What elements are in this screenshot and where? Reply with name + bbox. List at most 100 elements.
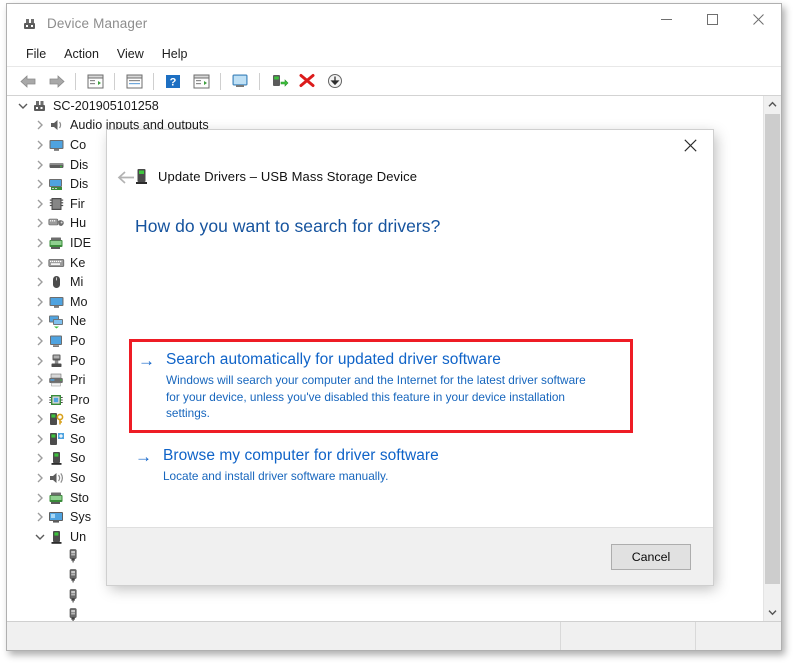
tree-root-item[interactable]: SC-201905101258	[7, 96, 764, 116]
tree-item-label: So	[70, 471, 86, 486]
chevron-right-icon[interactable]	[32, 274, 48, 290]
hid-icon	[48, 215, 65, 231]
usb-device-icon	[65, 548, 82, 564]
option-browse-computer[interactable]: → Browse my computer for driver software…	[135, 446, 605, 485]
chevron-right-icon[interactable]	[32, 431, 48, 447]
scroll-down-button[interactable]	[764, 604, 781, 621]
tree-item-label: Mo	[70, 294, 88, 309]
network-adapter-icon	[48, 313, 65, 329]
menu-item-file[interactable]: File	[17, 45, 55, 63]
back-arrow-icon	[117, 170, 134, 184]
chevron-right-icon[interactable]	[32, 333, 48, 349]
chevron-right-icon[interactable]	[32, 411, 48, 427]
properties-button[interactable]	[121, 69, 147, 93]
tree-item-label: Mi	[70, 275, 84, 290]
tree-item-label: IDE	[70, 235, 91, 250]
tree-item-label: SC-201905101258	[53, 98, 159, 113]
software-device-icon	[51, 452, 62, 466]
enable-device-button[interactable]	[266, 69, 292, 93]
ide-controller-icon	[48, 235, 65, 251]
tree-vertical-scrollbar[interactable]	[763, 96, 781, 621]
uninstall-device-button[interactable]	[294, 69, 320, 93]
tree-item-label: Se	[70, 412, 86, 427]
computer-monitor-icon	[49, 139, 64, 151]
menu-item-action[interactable]: Action	[55, 45, 108, 63]
monitor-icon	[48, 294, 65, 310]
chevron-down-icon[interactable]	[15, 98, 31, 114]
chevron-right-icon[interactable]	[32, 470, 48, 486]
network-adapter-icon	[49, 315, 63, 329]
forward-button[interactable]	[43, 69, 69, 93]
toolbar-separator	[220, 72, 221, 90]
svg-text:?: ?	[170, 76, 177, 88]
chevron-right-icon[interactable]	[32, 196, 48, 212]
chevron-right-icon[interactable]	[32, 137, 48, 153]
chevron-up-icon	[768, 101, 777, 107]
scan-for-hardware-changes-button[interactable]	[188, 69, 214, 93]
menu-item-help[interactable]: Help	[153, 45, 197, 63]
tree-item-label: Hu	[70, 216, 87, 231]
help-button[interactable]: ?	[160, 69, 186, 93]
software-component-icon	[48, 431, 65, 447]
chevron-right-icon[interactable]	[32, 294, 48, 310]
chevron-down-icon[interactable]	[32, 529, 48, 545]
update-driver-button[interactable]	[227, 69, 253, 93]
scan-for-hardware-changes-icon	[193, 74, 209, 88]
arrow-right-icon: →	[138, 351, 155, 370]
download-button[interactable]	[322, 69, 348, 93]
toolbar-separator	[259, 72, 260, 90]
chevron-right-icon[interactable]	[32, 176, 48, 192]
ide-controller-icon	[49, 237, 63, 249]
menu-item-view[interactable]: View	[108, 45, 153, 63]
keyboard-icon	[48, 255, 65, 271]
show-hide-console-tree-button[interactable]	[82, 69, 108, 93]
status-bar	[7, 621, 781, 650]
tree-item-label: Fir	[70, 196, 85, 211]
chevron-right-icon[interactable]	[32, 392, 48, 408]
tree-item-24[interactable]	[7, 586, 764, 606]
usb-device-icon	[69, 588, 77, 603]
print-queue-icon	[49, 373, 63, 387]
toolbar-separator	[114, 72, 115, 90]
usb-device-icon	[65, 607, 82, 621]
tree-item-label: So	[70, 451, 86, 466]
properties-icon	[126, 74, 142, 88]
chevron-down-icon	[768, 610, 777, 616]
chevron-right-icon[interactable]	[32, 490, 48, 506]
chevron-right-icon[interactable]	[32, 235, 48, 251]
audio-icon	[48, 117, 65, 133]
chevron-right-icon[interactable]	[32, 215, 48, 231]
tree-item-label: Un	[70, 529, 87, 544]
scrollbar-thumb[interactable]	[765, 114, 780, 584]
back-button[interactable]	[15, 69, 41, 93]
close-button[interactable]	[735, 4, 781, 35]
dialog-header: Update Drivers – USB Mass Storage Device	[107, 130, 713, 198]
tree-item-25[interactable]	[7, 605, 764, 621]
scroll-up-button[interactable]	[764, 96, 781, 113]
option-title-search-automatically[interactable]: Search automatically for updated driver …	[166, 350, 620, 370]
chevron-right-icon[interactable]	[32, 509, 48, 525]
cancel-button[interactable]: Cancel	[611, 543, 691, 570]
minimize-button[interactable]	[643, 4, 689, 35]
option-title-browse-computer[interactable]: Browse my computer for driver software	[163, 446, 605, 466]
download-icon	[328, 74, 342, 88]
tree-item-label: Sto	[70, 490, 89, 505]
chevron-right-icon[interactable]	[32, 313, 48, 329]
chevron-right-icon[interactable]	[32, 255, 48, 271]
usb-device-icon	[69, 608, 77, 621]
display-adapter-icon	[48, 176, 65, 192]
chevron-right-icon[interactable]	[32, 450, 48, 466]
maximize-button[interactable]	[689, 4, 735, 35]
tree-item-label: Dis	[70, 177, 89, 192]
option-search-automatically[interactable]: → Search automatically for updated drive…	[138, 350, 620, 422]
device-manager-window: Device Manager File Action View Help ? S…	[6, 3, 782, 651]
chevron-right-icon[interactable]	[32, 157, 48, 173]
chevron-right-icon[interactable]	[32, 372, 48, 388]
tree-item-label: Ke	[70, 255, 86, 270]
chevron-right-icon[interactable]	[32, 117, 48, 133]
chevron-right-icon[interactable]	[32, 353, 48, 369]
arrow-right-icon: →	[135, 447, 152, 466]
keyboard-icon	[48, 258, 65, 267]
